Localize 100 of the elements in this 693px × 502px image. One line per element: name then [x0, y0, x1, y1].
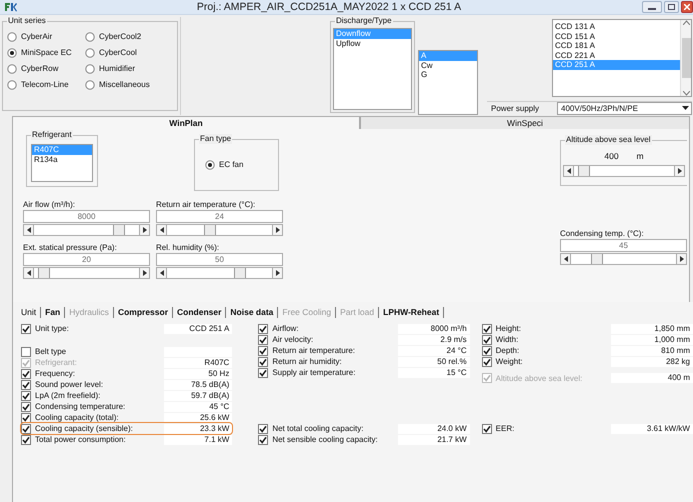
- scroll-right-button[interactable]: [139, 267, 150, 279]
- field-label: Air flow (m³/h):: [23, 199, 76, 210]
- checkbox[interactable]: [21, 346, 31, 356]
- scroll-left-button[interactable]: [23, 224, 34, 236]
- group-label: Discharge/Type: [335, 16, 393, 26]
- radio-button[interactable]: [85, 64, 95, 74]
- checkbox[interactable]: [258, 334, 268, 344]
- left-arrow-icon: [160, 270, 164, 276]
- checkbox[interactable]: [21, 412, 31, 422]
- slider-thumb[interactable]: [591, 254, 604, 264]
- checkbox[interactable]: [482, 346, 492, 356]
- value-field: 50 Hz: [164, 368, 232, 378]
- list-item[interactable]: CCD 131 A: [553, 22, 680, 32]
- tab: Part load: [336, 307, 380, 318]
- field-label: Air velocity:: [272, 334, 314, 344]
- tab[interactable]: WinPlan: [12, 116, 360, 129]
- radio-button[interactable]: [85, 80, 95, 90]
- checkbox[interactable]: [482, 424, 492, 434]
- scroll-right-button[interactable]: [272, 224, 283, 236]
- value-field: CCD 251 A: [164, 324, 232, 334]
- tab[interactable]: Condenser: [173, 307, 226, 318]
- value-field[interactable]: 24: [156, 210, 283, 223]
- radio-label: EC fan: [219, 160, 244, 170]
- close-button[interactable]: [681, 1, 693, 13]
- checkbox[interactable]: [258, 346, 268, 356]
- checkbox[interactable]: [482, 334, 492, 344]
- list-item[interactable]: G: [419, 70, 477, 80]
- left-arrow-icon: [26, 227, 30, 233]
- field-label: Power supply: [490, 104, 540, 114]
- value-field[interactable]: 50: [156, 253, 283, 266]
- slider-thumb[interactable]: [234, 268, 246, 278]
- value-field: 21.7 kW: [398, 434, 470, 444]
- value-field[interactable]: 20: [23, 253, 150, 266]
- scroll-left-button[interactable]: [156, 224, 167, 236]
- left-arrow-icon: [26, 270, 30, 276]
- value-field: 25.6 kW: [164, 412, 232, 422]
- slider-thumb[interactable]: [38, 268, 50, 278]
- checkbox[interactable]: [258, 424, 268, 434]
- checkbox[interactable]: [21, 324, 31, 334]
- scroll-left-button[interactable]: [563, 165, 574, 177]
- checkbox[interactable]: [21, 380, 31, 390]
- checkbox[interactable]: [482, 324, 492, 334]
- radio-button[interactable]: [85, 32, 95, 42]
- value-field[interactable]: 45: [560, 239, 687, 252]
- checkbox[interactable]: [258, 368, 268, 378]
- field-label: Refrigerant:: [35, 358, 78, 368]
- slider-thumb[interactable]: [578, 166, 590, 176]
- scroll-right-button[interactable]: [139, 224, 150, 236]
- list-item[interactable]: CCD 221 A: [553, 50, 680, 60]
- list-item[interactable]: CCD 151 A: [553, 32, 680, 41]
- value-field: 1,850 mm: [610, 324, 693, 334]
- app-logo-icon: [4, 2, 18, 12]
- checkbox[interactable]: [21, 390, 31, 400]
- maximize-button[interactable]: [664, 1, 679, 13]
- field-label: Belt type: [35, 346, 68, 356]
- field-label: Net sensible cooling capacity:: [272, 434, 379, 444]
- checkbox[interactable]: [482, 356, 492, 366]
- scroll-thumb[interactable]: [682, 38, 690, 78]
- list-item[interactable]: R134a: [32, 154, 92, 164]
- scroll-right-button[interactable]: [676, 253, 687, 265]
- checkbox[interactable]: [21, 434, 31, 444]
- scroll-left-button[interactable]: [23, 267, 34, 279]
- value-field[interactable]: 8000: [23, 210, 150, 223]
- tab[interactable]: Compressor: [114, 307, 174, 318]
- minimize-button[interactable]: [642, 1, 662, 13]
- scroll-left-button[interactable]: [156, 267, 167, 279]
- slider-thumb[interactable]: [204, 225, 216, 235]
- radio-button[interactable]: [205, 160, 215, 170]
- left-arrow-icon: [564, 256, 568, 262]
- value-field: 78.5 dB(A): [164, 380, 232, 390]
- list-item[interactable]: Cw: [419, 60, 477, 70]
- tab[interactable]: LPHW-Reheat: [379, 307, 444, 318]
- checkbox[interactable]: [258, 356, 268, 366]
- tab[interactable]: Noise data: [226, 307, 278, 318]
- radio-button[interactable]: [7, 80, 17, 90]
- checkbox[interactable]: [258, 324, 268, 334]
- radio-button[interactable]: [7, 48, 17, 58]
- scroll-right-button[interactable]: [674, 165, 685, 177]
- radio-button[interactable]: [7, 64, 17, 74]
- checkbox[interactable]: [258, 434, 268, 444]
- value-field: 24 °C: [398, 346, 470, 356]
- checkbox[interactable]: [21, 368, 31, 378]
- list-item[interactable]: CCD 181 A: [553, 41, 680, 50]
- list-item[interactable]: Upflow: [334, 38, 411, 48]
- scrollbar[interactable]: [680, 20, 691, 96]
- radio-button[interactable]: [85, 48, 95, 58]
- checkbox[interactable]: [21, 424, 31, 434]
- checkbox[interactable]: [21, 402, 31, 412]
- scroll-left-button[interactable]: [560, 253, 571, 265]
- radio-button[interactable]: [7, 32, 17, 42]
- field-label: Weight:: [496, 356, 524, 366]
- tab[interactable]: Unit: [21, 307, 42, 318]
- tab[interactable]: WinSpeci: [360, 116, 690, 129]
- slider-thumb[interactable]: [113, 225, 126, 235]
- value-text: 400: [604, 152, 619, 162]
- field-label: Height:: [496, 324, 522, 334]
- scroll-right-button[interactable]: [272, 267, 283, 279]
- tab[interactable]: Fan: [41, 307, 66, 318]
- field-label: Cooling capacity (total):: [35, 412, 120, 422]
- dropdown[interactable]: 400V/50Hz/3Ph/N/PE: [557, 102, 692, 115]
